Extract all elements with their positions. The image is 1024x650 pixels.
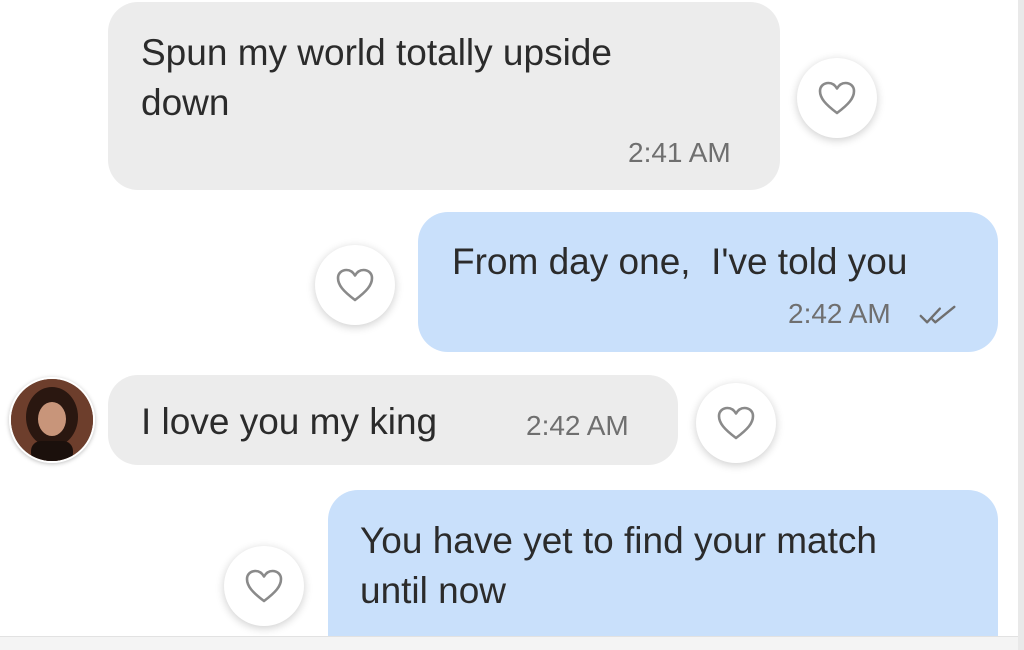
message-text-line: until now	[360, 570, 507, 611]
message-text: From day one, I've told you	[452, 241, 908, 282]
message-text-line: You have yet to find your match	[360, 520, 877, 561]
double-check-icon	[919, 305, 956, 324]
message-bubble-incoming[interactable]: I love you my king 2:42 AM	[108, 375, 678, 465]
message-text: I love you my king	[141, 401, 438, 442]
heart-outline-icon	[336, 268, 374, 302]
message-bubble-outgoing[interactable]: You have yet to find your match until no…	[328, 490, 998, 650]
avatar[interactable]	[9, 377, 95, 463]
like-button[interactable]	[696, 383, 776, 463]
chat-thread: Spun my world totally upside down 2:41 A…	[0, 0, 1024, 650]
message-timestamp: 2:42 AM	[526, 410, 629, 441]
heart-outline-icon	[818, 81, 856, 115]
message-text-line: Spun my world totally upside	[141, 32, 612, 73]
avatar-photo	[11, 379, 93, 461]
message-timestamp: 2:42 AM	[788, 298, 891, 329]
message-bubble-incoming[interactable]: Spun my world totally upside down 2:41 A…	[108, 2, 780, 190]
heart-outline-icon	[717, 406, 755, 440]
like-button[interactable]	[797, 58, 877, 138]
scrollbar-track[interactable]	[1018, 0, 1024, 650]
bottom-bar	[0, 636, 1024, 650]
like-button[interactable]	[224, 546, 304, 626]
heart-outline-icon	[245, 569, 283, 603]
like-button[interactable]	[315, 245, 395, 325]
message-bubble-outgoing[interactable]: From day one, I've told you 2:42 AM	[418, 212, 998, 352]
message-timestamp: 2:41 AM	[628, 137, 731, 168]
message-text-line: down	[141, 82, 230, 123]
